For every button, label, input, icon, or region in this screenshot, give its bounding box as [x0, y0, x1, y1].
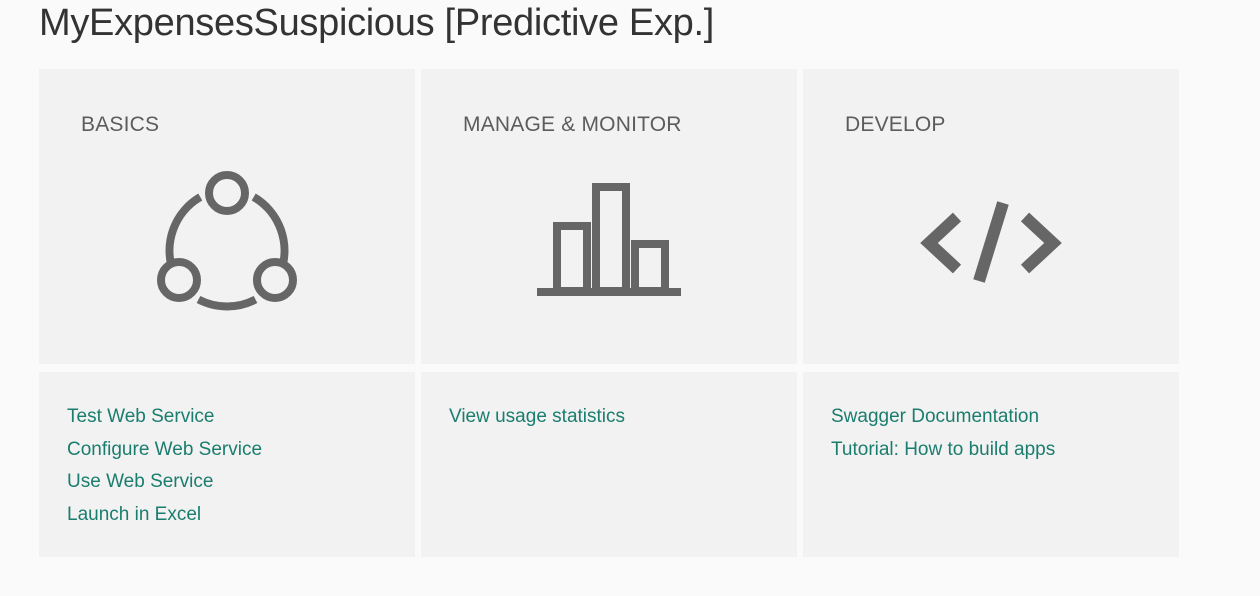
- list-item: Swagger Documentation: [831, 404, 1055, 437]
- develop-links-tile: Swagger Documentation Tutorial: How to b…: [803, 372, 1179, 557]
- dashboard-grid: BASICS MANAGE & MONITOR DEVELOP Test Web…: [39, 69, 1179, 557]
- manage-monitor-links-list: View usage statistics: [449, 404, 625, 437]
- list-item: Test Web Service: [67, 404, 262, 437]
- develop-heading: DEVELOP: [845, 113, 946, 136]
- view-usage-statistics-link[interactable]: View usage statistics: [449, 406, 625, 427]
- basics-heading: BASICS: [81, 113, 160, 136]
- list-item: Configure Web Service: [67, 437, 262, 470]
- manage-monitor-tile: MANAGE & MONITOR: [421, 69, 797, 364]
- test-web-service-link[interactable]: Test Web Service: [67, 406, 214, 427]
- manage-monitor-links-tile: View usage statistics: [421, 372, 797, 557]
- configure-web-service-link[interactable]: Configure Web Service: [67, 439, 262, 460]
- bar-chart-icon: [537, 183, 681, 296]
- list-item: Launch in Excel: [67, 502, 262, 535]
- list-item: View usage statistics: [449, 404, 625, 437]
- basics-links-list: Test Web Service Configure Web Service U…: [67, 404, 262, 534]
- code-icon: [920, 201, 1062, 283]
- list-item: Tutorial: How to build apps: [831, 437, 1055, 470]
- swagger-documentation-link[interactable]: Swagger Documentation: [831, 406, 1039, 427]
- network-share-icon: [157, 171, 297, 311]
- tutorial-build-apps-link[interactable]: Tutorial: How to build apps: [831, 439, 1055, 460]
- page-title: MyExpensesSuspicious [Predictive Exp.]: [39, 2, 715, 44]
- manage-monitor-heading: MANAGE & MONITOR: [463, 113, 682, 136]
- basics-links-tile: Test Web Service Configure Web Service U…: [39, 372, 415, 557]
- list-item: Use Web Service: [67, 469, 262, 502]
- basics-tile: BASICS: [39, 69, 415, 364]
- develop-tile: DEVELOP: [803, 69, 1179, 364]
- develop-links-list: Swagger Documentation Tutorial: How to b…: [831, 404, 1055, 469]
- launch-in-excel-link[interactable]: Launch in Excel: [67, 504, 201, 525]
- use-web-service-link[interactable]: Use Web Service: [67, 471, 213, 492]
